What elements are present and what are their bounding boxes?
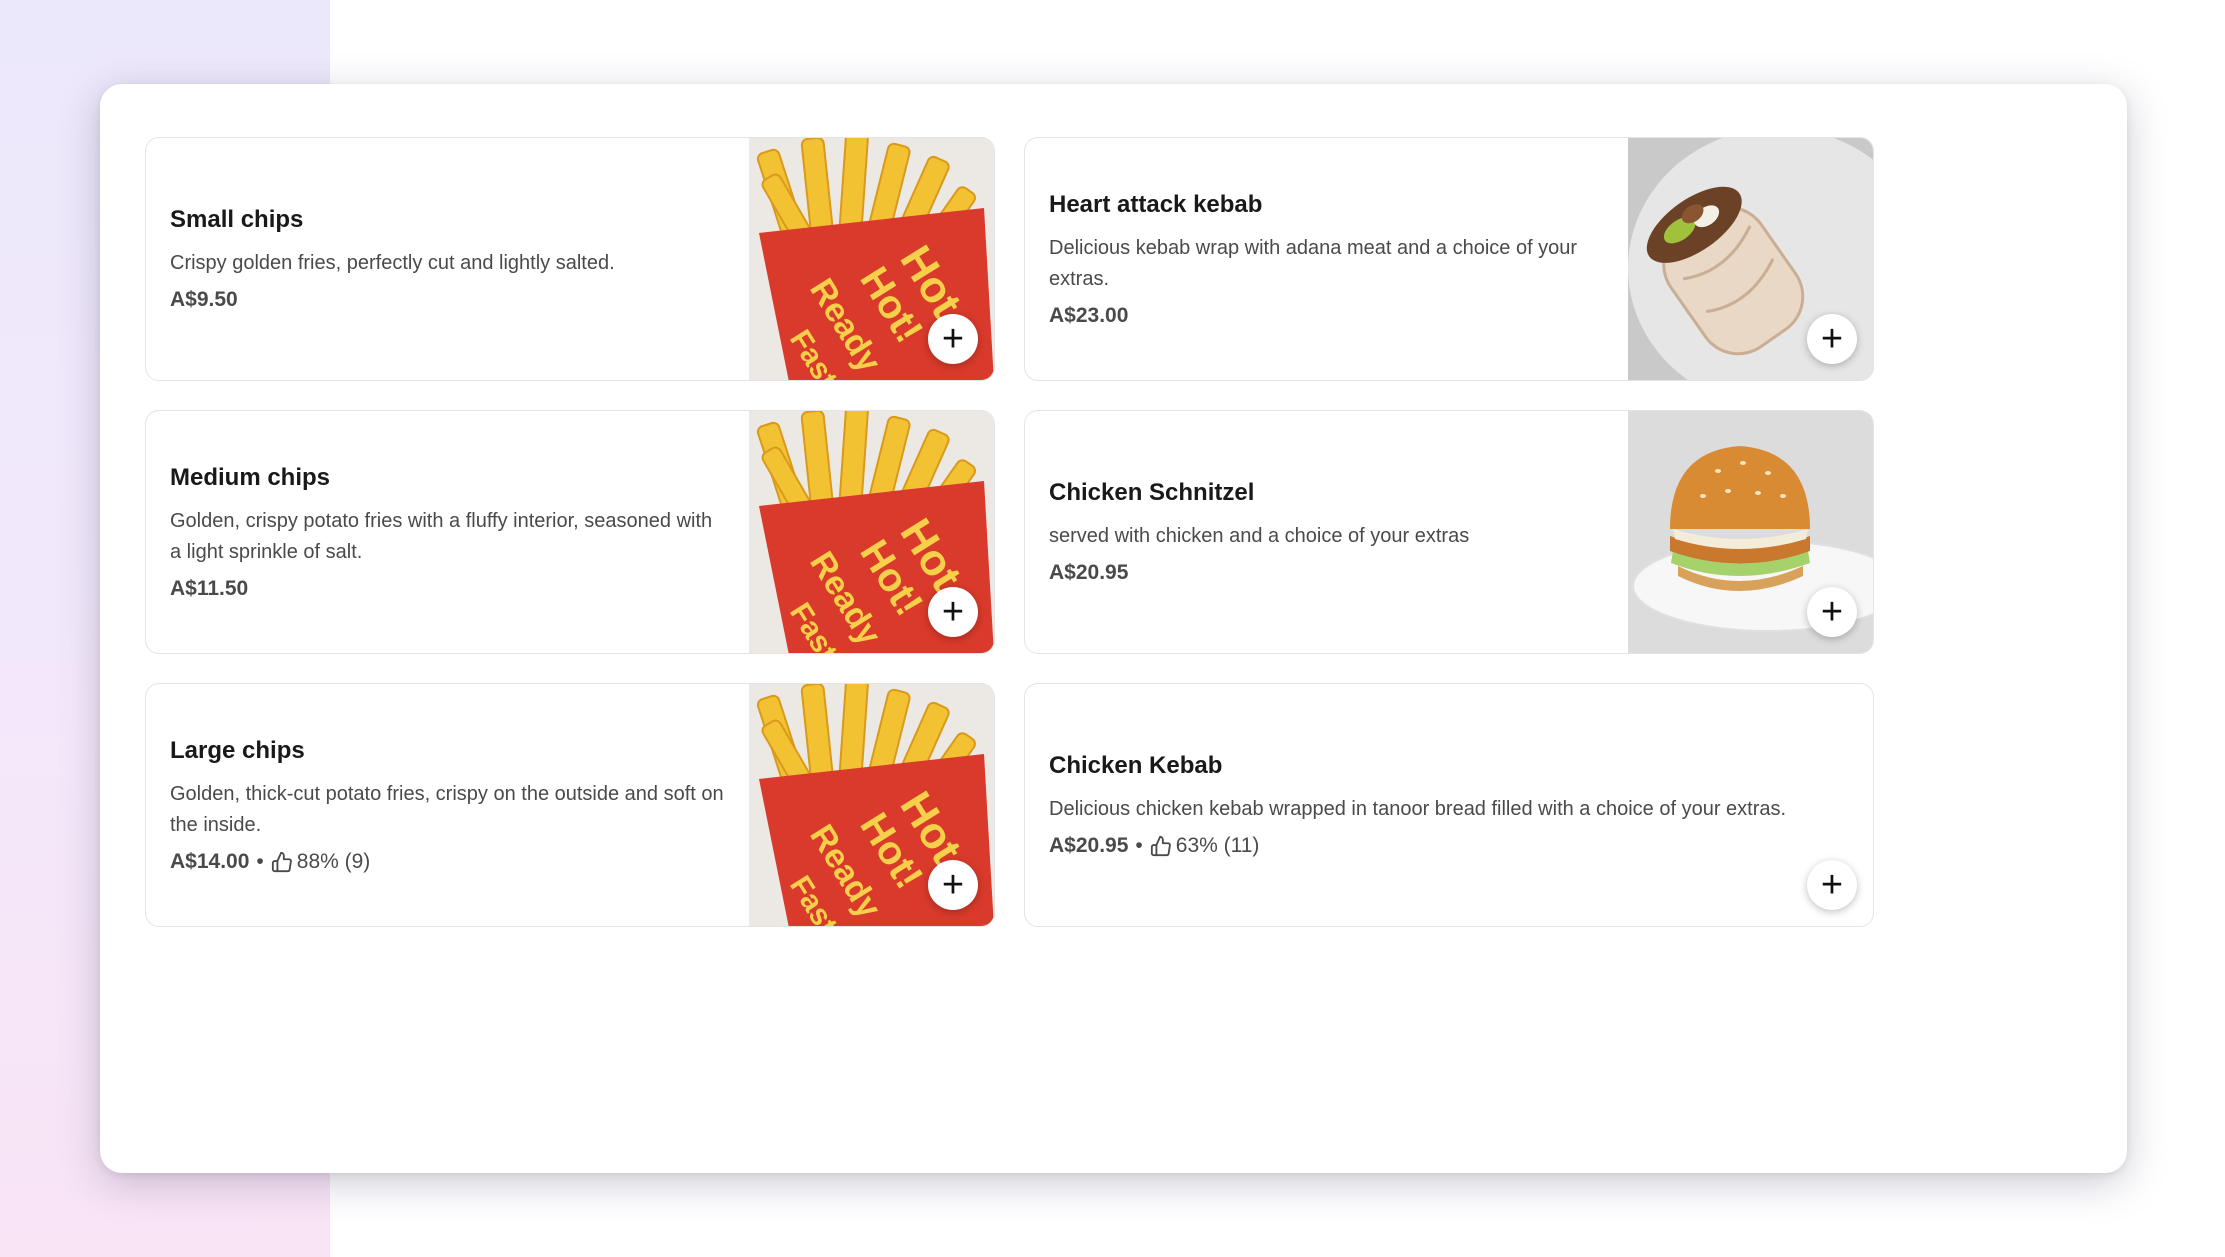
thumbs-up-icon [1150, 835, 1172, 857]
menu-item-info: Small chips Crispy golden fries, perfect… [146, 138, 749, 380]
menu-item-card[interactable]: Large chips Golden, thick-cut potato fri… [145, 683, 995, 927]
item-description: Delicious chicken kebab wrapped in tanoo… [1049, 798, 1787, 820]
item-price: A$23.00 [1049, 303, 1129, 327]
item-name: Large chips [170, 736, 305, 764]
menu-item-card[interactable]: Chicken Kebab Delicious chicken kebab wr… [1024, 683, 1874, 927]
item-meta: A$11.50 [170, 577, 725, 601]
menu-item-info: Chicken Kebab Delicious chicken kebab wr… [1025, 684, 1873, 926]
item-price: A$11.50 [170, 576, 249, 600]
add-to-cart-button[interactable]: + [1807, 314, 1857, 364]
item-meta: A$14.00 • 88% (9) [170, 850, 725, 874]
add-to-cart-button[interactable]: + [1807, 587, 1857, 637]
item-description: Delicious kebab wrap with adana meat and… [1049, 236, 1578, 290]
add-to-cart-button[interactable]: + [1807, 860, 1857, 910]
burger-image: + [1628, 411, 1873, 653]
item-meta: A$20.95 • 63% (11) [1049, 834, 1793, 858]
meta-separator: • [1135, 834, 1143, 857]
menu-item-info: Heart attack kebab Delicious kebab wrap … [1025, 138, 1628, 380]
item-rating: 63% (11) [1175, 834, 1260, 857]
add-to-cart-button[interactable]: + [928, 314, 978, 364]
menu-item-info: Chicken Schnitzel served with chicken an… [1025, 411, 1628, 653]
fries-image: Ready Hot! Hot Fast + [749, 684, 994, 926]
menu-item-card[interactable]: Small chips Crispy golden fries, perfect… [145, 137, 995, 381]
item-description: Golden, thick-cut potato fries, crispy o… [170, 782, 724, 836]
item-name: Small chips [170, 206, 304, 233]
fries-image: Ready Hot! Hot Fast + [749, 411, 994, 653]
item-description: Golden, crispy potato fries with a fluff… [170, 509, 713, 563]
meta-separator: • [256, 849, 264, 873]
wrap-image: + [1628, 138, 1873, 380]
item-rating: 88% (9) [296, 849, 371, 873]
add-to-cart-button[interactable]: + [928, 860, 978, 910]
menu-item-card[interactable]: Medium chips Golden, crispy potato fries… [145, 410, 995, 654]
item-meta: A$20.95 [1049, 561, 1604, 585]
add-to-cart-button[interactable]: + [928, 587, 978, 637]
menu-item-info: Large chips Golden, thick-cut potato fri… [146, 684, 749, 926]
item-description: Crispy golden fries, perfectly cut and l… [170, 252, 615, 274]
menu-item-info: Medium chips Golden, crispy potato fries… [146, 411, 749, 653]
fries-image: Ready Hot! Hot Fast + [749, 138, 994, 380]
item-name: Heart attack kebab [1049, 190, 1263, 218]
item-price: A$20.95 [1049, 561, 1129, 584]
item-price: A$14.00 [170, 849, 250, 873]
item-name: Medium chips [170, 463, 331, 491]
item-description: served with chicken and a choice of your… [1049, 525, 1470, 547]
thumbs-up-icon [271, 851, 293, 873]
item-price: A$9.50 [170, 288, 238, 311]
menu-grid: Small chips Crispy golden fries, perfect… [145, 137, 1874, 927]
item-meta: A$9.50 [170, 288, 725, 312]
menu-item-card[interactable]: Chicken Schnitzel served with chicken an… [1024, 410, 1874, 654]
menu-item-card[interactable]: Heart attack kebab Delicious kebab wrap … [1024, 137, 1874, 381]
item-meta: A$23.00 [1049, 304, 1604, 328]
item-name: Chicken Schnitzel [1049, 479, 1255, 506]
item-price: A$20.95 [1049, 834, 1129, 857]
item-name: Chicken Kebab [1049, 752, 1223, 779]
